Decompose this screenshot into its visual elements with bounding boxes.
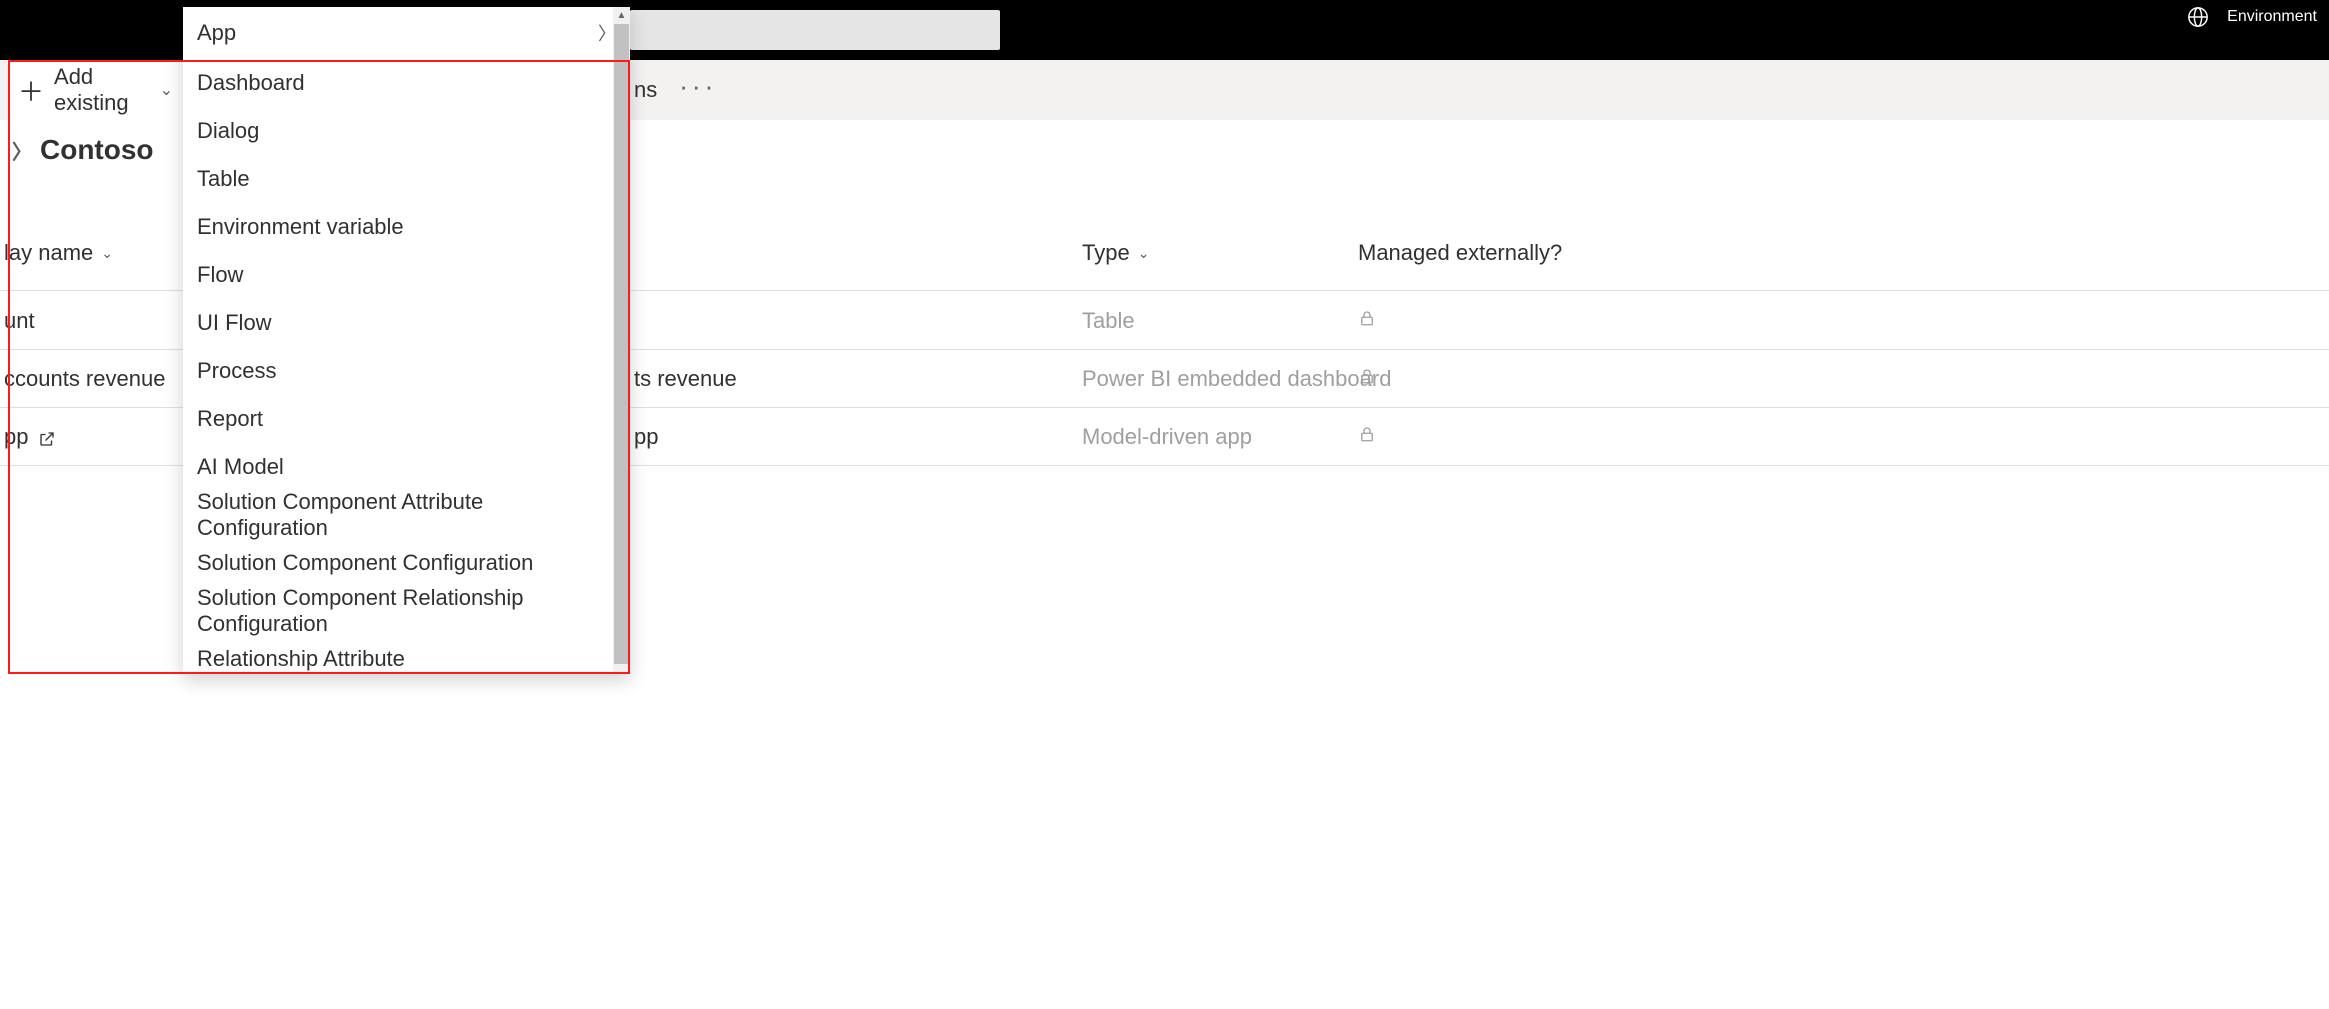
menu-item-dashboard[interactable]: Dashboard — [183, 59, 630, 107]
menu-item-label: App — [197, 20, 236, 46]
menu-item-label: Solution Component Attribute Configurati… — [197, 489, 616, 541]
menu-item-label: Process — [197, 358, 276, 384]
menu-item-flow[interactable]: Flow — [183, 251, 630, 299]
menu-item-label: Flow — [197, 262, 243, 288]
solution-breadcrumb[interactable]: 〉 Contoso — [12, 134, 154, 166]
add-existing-dropdown: App〉 Dashboard Dialog Table Environment vari… — [183, 7, 630, 674]
row-display-name-fragment: unt — [4, 308, 35, 334]
menu-item-label: Solution Component Configuration — [197, 550, 533, 576]
column-header-display-name[interactable]: lay name ⌄ — [4, 240, 113, 266]
chevron-down-icon: ⌄ — [101, 245, 113, 262]
environment-label[interactable]: Environment — [2227, 8, 2317, 26]
lock-icon — [1358, 424, 1376, 450]
lock-icon — [1358, 308, 1376, 334]
menu-item-app[interactable]: App〉 — [183, 7, 630, 59]
menu-item-label: Dialog — [197, 118, 259, 144]
menu-item-ai-model[interactable]: AI Model — [183, 443, 630, 491]
menu-item-dialog[interactable]: Dialog — [183, 107, 630, 155]
chevron-right-icon: 〉 — [12, 136, 32, 165]
column-header-type[interactable]: Type ⌄ — [1082, 240, 1149, 266]
menu-item-label: Relationship Attribute — [197, 646, 405, 672]
add-existing-label: Add existing — [54, 64, 150, 116]
menu-item-solution-component-attribute-configuration[interactable]: Solution Component Attribute Configurati… — [183, 491, 630, 539]
more-commands-button[interactable]: ··· — [679, 73, 717, 99]
add-existing-wrap: ＋ Add existing ⌄ — [8, 60, 183, 120]
open-external-icon[interactable] — [38, 428, 56, 446]
dropdown-scrollbar[interactable]: ▲ — [613, 7, 630, 674]
menu-item-solution-component-configuration[interactable]: Solution Component Configuration — [183, 539, 630, 587]
menu-item-process[interactable]: Process — [183, 347, 630, 395]
scrollbar-thumb[interactable] — [614, 24, 629, 664]
chevron-down-icon: ⌄ — [160, 80, 173, 100]
menu-item-label: UI Flow — [197, 310, 272, 336]
command-bar-fragment: ns ··· — [634, 77, 717, 103]
add-existing-button[interactable]: ＋ Add existing ⌄ — [8, 60, 183, 120]
menu-item-solution-component-relationship-configuration[interactable]: Solution Component Relationship Configur… — [183, 587, 630, 635]
column-header-managed-externally[interactable]: Managed externally? — [1358, 240, 1562, 266]
menu-item-environment-variable[interactable]: Environment variable — [183, 203, 630, 251]
chevron-down-icon: ⌄ — [1138, 245, 1150, 262]
topbar-right: Environment — [2187, 6, 2317, 28]
row-name-fragment: ts revenue — [634, 366, 737, 392]
command-bar-text-fragment: ns — [634, 77, 657, 103]
menu-item-label: AI Model — [197, 454, 284, 480]
lock-icon — [1358, 366, 1376, 392]
row-name-fragment: pp — [634, 424, 658, 450]
menu-item-report[interactable]: Report — [183, 395, 630, 443]
menu-item-label: Report — [197, 406, 263, 432]
plus-icon: ＋ — [18, 72, 44, 109]
menu-item-label: Solution Component Relationship Configur… — [197, 585, 616, 637]
row-display-name-fragment: pp — [4, 424, 56, 450]
menu-item-label: Environment variable — [197, 214, 404, 240]
row-type: Table — [1082, 308, 1135, 334]
row-type: Model-driven app — [1082, 424, 1252, 450]
globe-icon[interactable] — [2187, 6, 2209, 28]
search-box[interactable] — [630, 10, 1000, 50]
row-display-name-fragment: ccounts revenue — [4, 366, 165, 392]
menu-item-label: Dashboard — [197, 70, 305, 96]
scrollbar-up-arrow-icon[interactable]: ▲ — [613, 7, 630, 24]
menu-item-ui-flow[interactable]: UI Flow — [183, 299, 630, 347]
row-type: Power BI embedded dashboard — [1082, 366, 1391, 392]
solution-name: Contoso — [40, 134, 154, 166]
menu-item-label: Table — [197, 166, 250, 192]
menu-item-table[interactable]: Table — [183, 155, 630, 203]
menu-item-relationship-attribute[interactable]: Relationship Attribute — [183, 635, 630, 674]
